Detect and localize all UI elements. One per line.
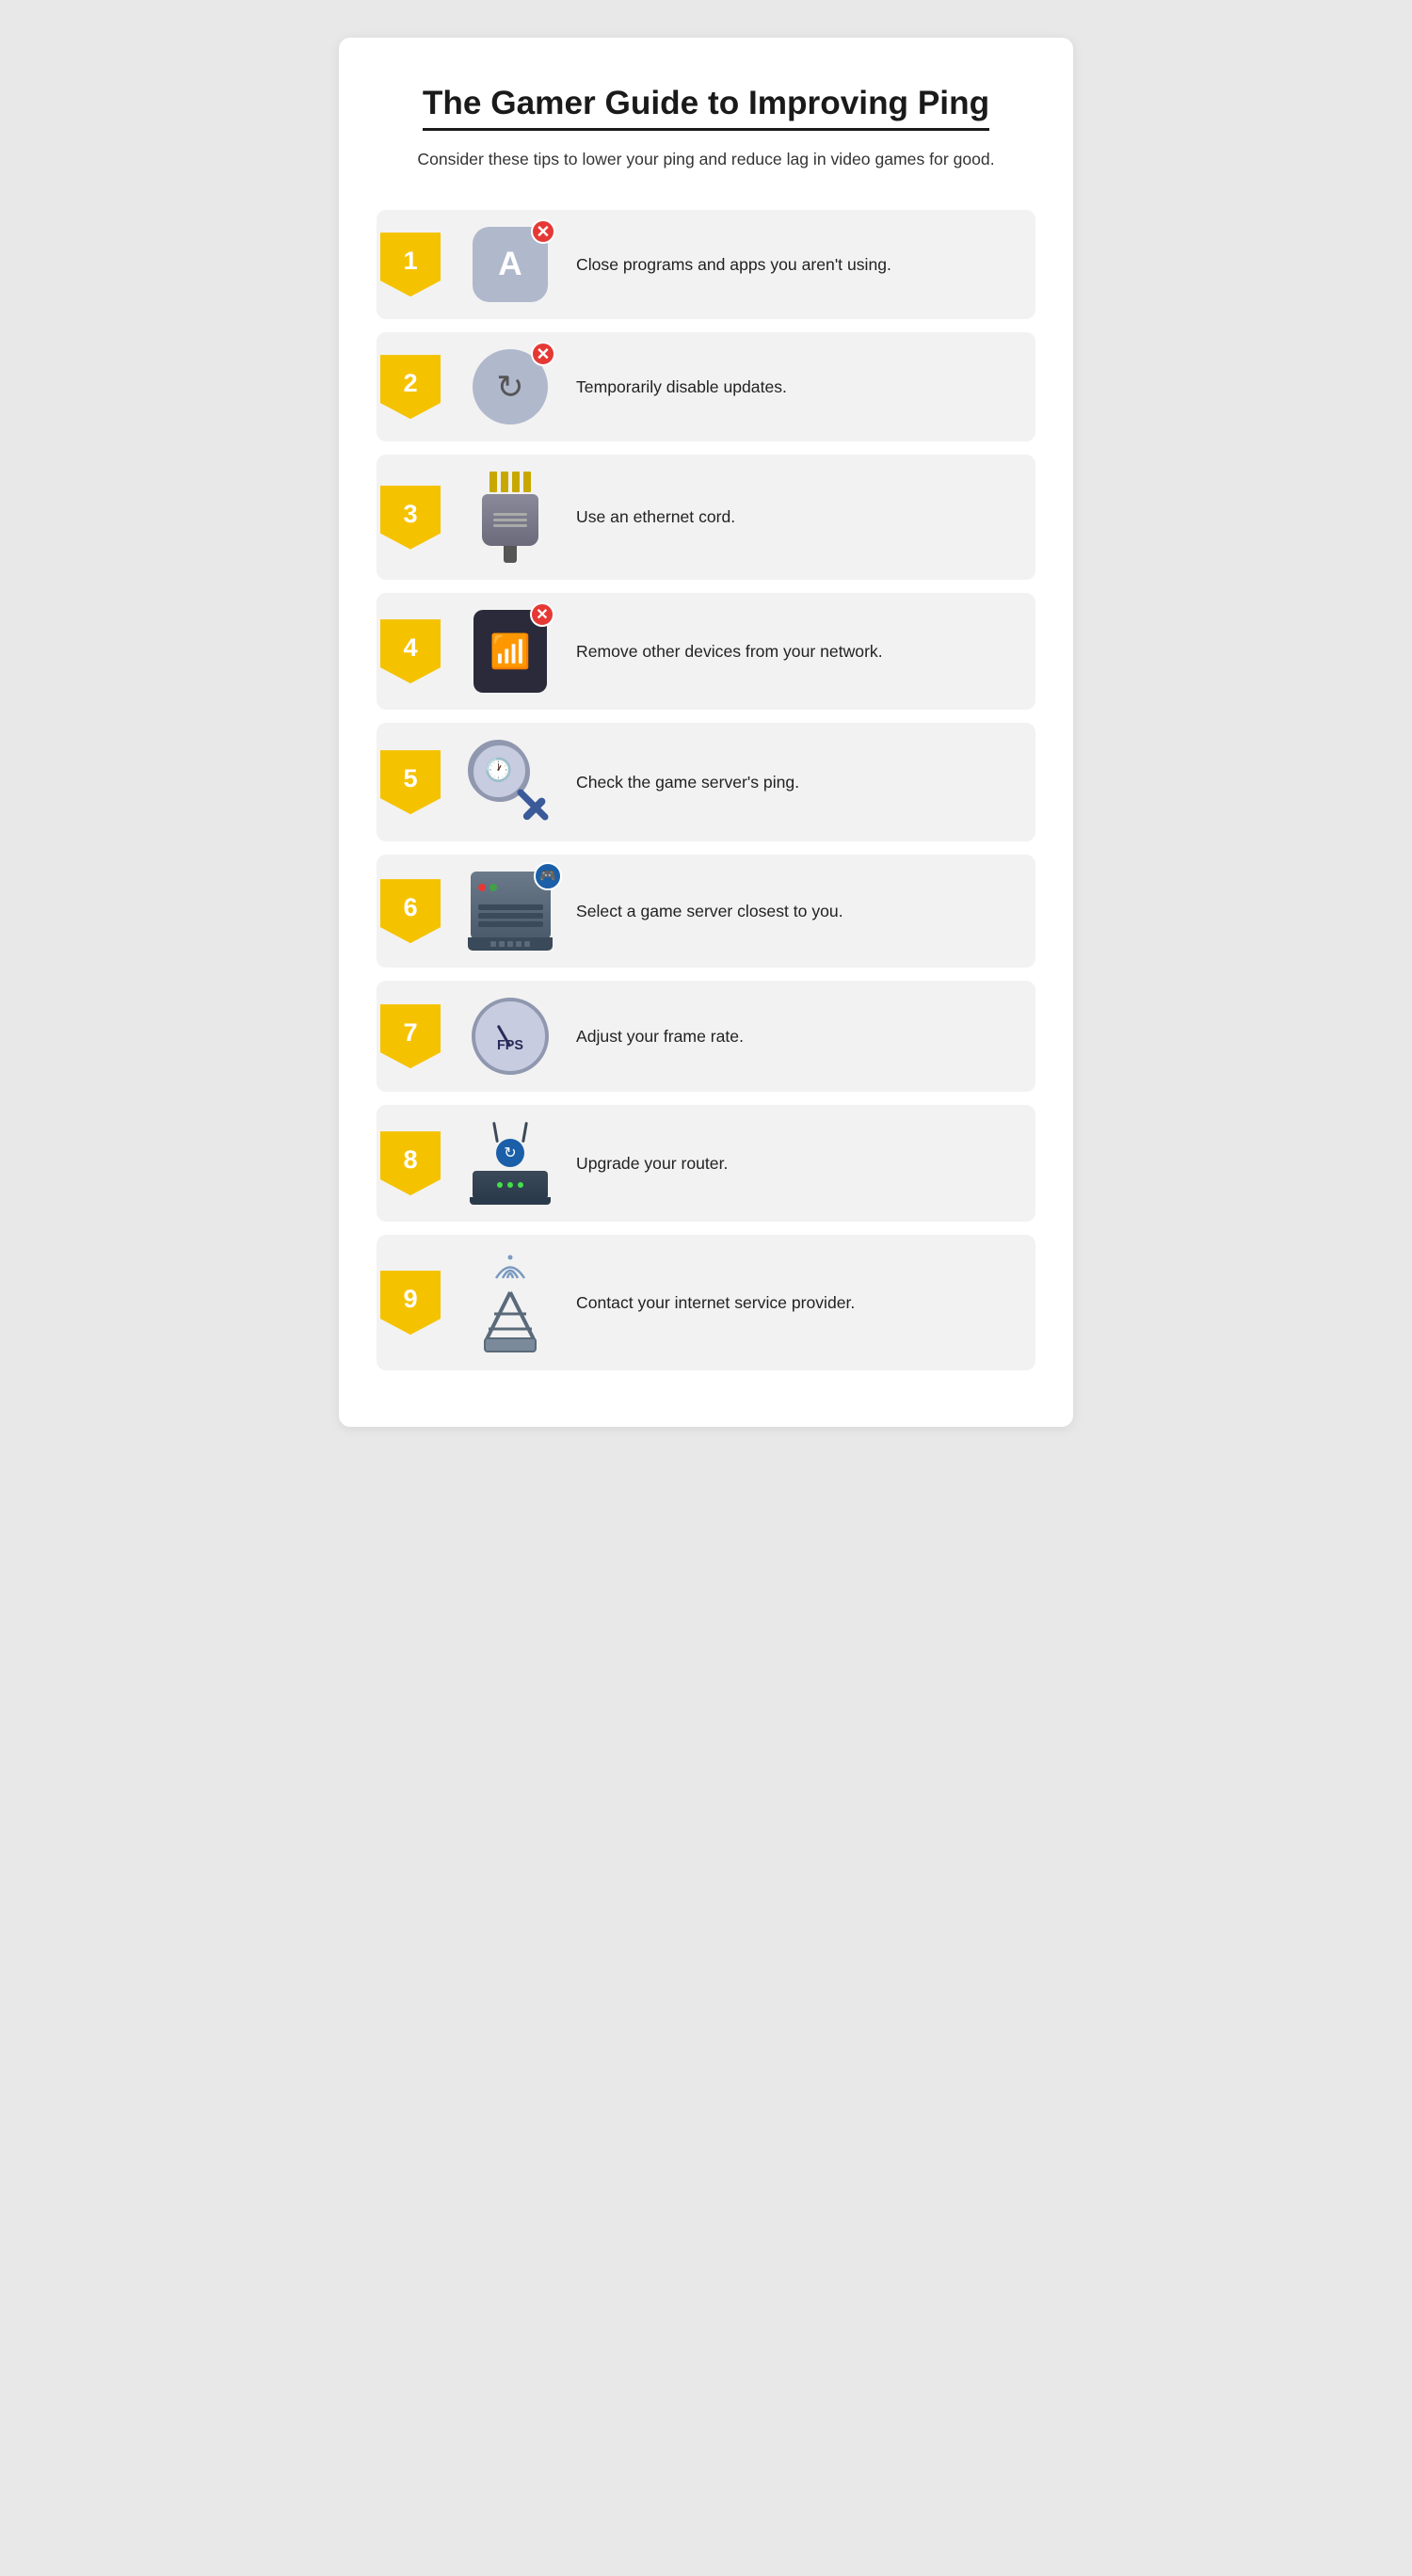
gamepad-badge: 🎮 — [534, 862, 562, 890]
badge-number-3: 3 — [403, 499, 417, 529]
badge-number-2: 2 — [403, 368, 417, 398]
badge-number-8: 8 — [403, 1144, 417, 1175]
number-badge-3: 3 — [377, 486, 444, 550]
close-programs-icon: A ✕ — [454, 227, 567, 302]
badge-number-5: 5 — [403, 763, 417, 793]
tip-text-7: Adjust your frame rate. — [567, 1024, 744, 1048]
game-server-icon: 🎮 — [454, 872, 567, 951]
disable-updates-icon: ↻ ✕ — [454, 349, 567, 424]
number-badge-2: 2 — [377, 355, 444, 419]
tip-item-5: 5 🕐 Check the game server's ping. — [377, 723, 1035, 841]
tip-item-6: 6 — [377, 855, 1035, 968]
main-card: The Gamer Guide to Improving Ping Consid… — [339, 38, 1073, 1427]
tip-item-9: 9 — [377, 1235, 1035, 1370]
tip-text-5: Check the game server's ping. — [567, 770, 799, 794]
tip-item-3: 3 — [377, 455, 1035, 580]
badge-number-1: 1 — [403, 246, 417, 276]
frame-rate-icon: FPS — [454, 998, 567, 1075]
tip-item-2: 2 ↻ ✕ Temporarily disable updates. — [377, 332, 1035, 441]
badge-number-6: 6 — [403, 892, 417, 922]
number-badge-5: 5 — [377, 750, 444, 814]
number-badge-1: 1 — [377, 232, 444, 296]
number-badge-4: 4 — [377, 619, 444, 683]
remove-devices-icon: 📶 ✕ — [454, 610, 567, 693]
router-refresh-icon: ↻ — [496, 1139, 524, 1167]
badge-number-4: 4 — [403, 632, 417, 663]
tip-item-1: 1 A ✕ Close programs and apps you aren't… — [377, 210, 1035, 319]
tip-text-3: Use an ethernet cord. — [567, 504, 735, 529]
page-header: The Gamer Guide to Improving Ping Consid… — [377, 85, 1035, 172]
number-badge-7: 7 — [377, 1004, 444, 1068]
tip-item-8: 8 ↻ Upgrade your — [377, 1105, 1035, 1222]
ethernet-icon — [454, 472, 567, 563]
number-badge-6: 6 — [377, 879, 444, 943]
check-ping-icon: 🕐 — [454, 740, 567, 824]
badge-number-9: 9 — [403, 1284, 417, 1314]
tip-text-8: Upgrade your router. — [567, 1151, 728, 1176]
page-title: The Gamer Guide to Improving Ping — [423, 85, 989, 131]
badge-number-7: 7 — [403, 1017, 417, 1048]
close-x-badge-4: ✕ — [530, 602, 554, 627]
isp-icon — [454, 1252, 567, 1353]
tip-text-2: Temporarily disable updates. — [567, 375, 787, 399]
number-badge-9: 9 — [377, 1271, 444, 1335]
page-subtitle: Consider these tips to lower your ping a… — [377, 146, 1035, 172]
tip-item-4: 4 📶 ✕ Remove other devices from your net… — [377, 593, 1035, 710]
number-badge-8: 8 — [377, 1131, 444, 1195]
tip-text-9: Contact your internet service provider. — [567, 1290, 855, 1315]
close-x-badge: ✕ — [531, 219, 555, 244]
tip-text-1: Close programs and apps you aren't using… — [567, 252, 891, 277]
router-icon: ↻ — [454, 1122, 567, 1205]
tip-item-7: 7 FPS Adjust your frame rate. — [377, 981, 1035, 1092]
tip-text-4: Remove other devices from your network. — [567, 639, 883, 664]
tips-list: 1 A ✕ Close programs and apps you aren't… — [377, 210, 1035, 1370]
tip-text-6: Select a game server closest to you. — [567, 899, 843, 923]
close-x-badge-2: ✕ — [531, 342, 555, 366]
